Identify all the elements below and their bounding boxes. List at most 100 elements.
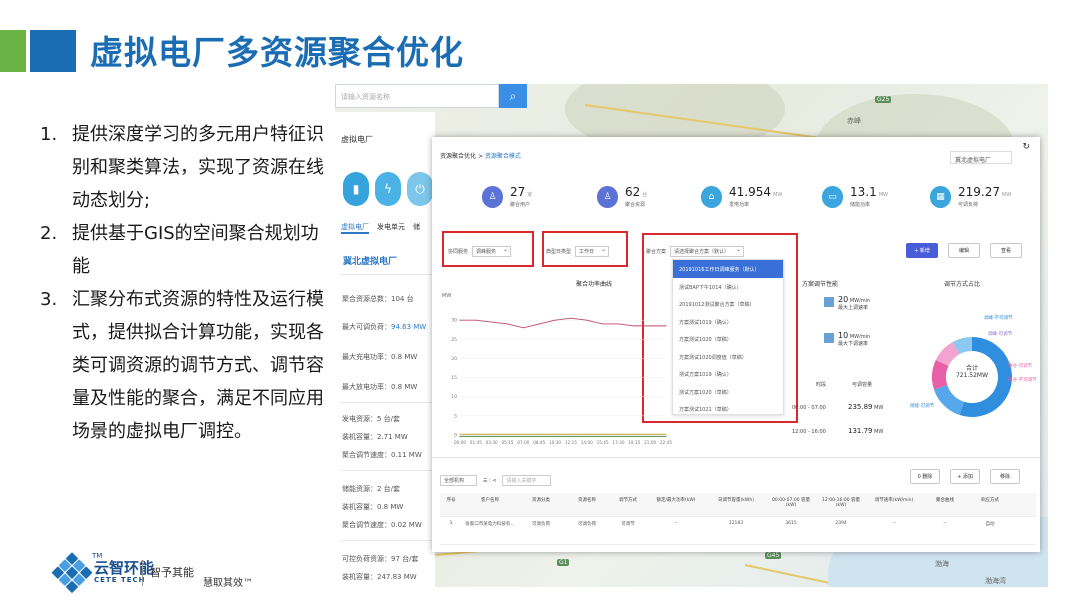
donut-legend: 储能-可调节 — [910, 404, 935, 409]
table-header-cell: 调节速率(kW/min) — [874, 498, 914, 503]
bullet-number: 3. — [40, 289, 58, 310]
y-tick-label: 5 — [454, 413, 457, 419]
y-tick-label: 15 — [451, 375, 457, 381]
schedule-col-time: 时段 — [816, 382, 827, 388]
stat-row: 装机容量：2.71 MW — [342, 432, 408, 442]
schedule-col-capacity: 可调容量 — [852, 382, 873, 388]
scope-select[interactable]: 全部机构 — [440, 475, 478, 486]
scheme-option[interactable]: 测试BAP下午1014（确认） — [673, 278, 783, 296]
map-road-shield: G45 — [765, 552, 782, 559]
rate-up: 20 MW/min 最大上调速率 — [838, 295, 870, 311]
map-search-button[interactable]: ⌕ — [499, 84, 527, 108]
schedule-time: 00:00 - 07:00 — [792, 405, 826, 411]
daytype-filter: 典型日类型 工作日 — [546, 245, 610, 257]
daytype-select[interactable]: 工作日 — [575, 245, 610, 257]
table-header-cell: 12:00-16:00 容量(kW) — [822, 498, 860, 508]
stat-label: 装机容量： — [342, 503, 377, 511]
data-point — [491, 433, 493, 435]
refresh-icon[interactable]: ↻ — [1022, 142, 1030, 152]
data-point — [459, 433, 461, 435]
view-button[interactable]: 查看 — [990, 243, 1022, 258]
filter-label: 聚合方案 — [646, 248, 667, 255]
scheme-option[interactable]: 方案测试1019（确认） — [673, 313, 783, 331]
donut-center-value: 721.52MW — [955, 372, 989, 379]
table-header-cell: 日调节容量(kWh) — [718, 498, 754, 503]
stat-label: 储能资源： — [342, 485, 377, 493]
data-point — [649, 436, 651, 438]
scheme-select[interactable]: 请选择聚合方案（默认） — [670, 245, 745, 257]
y-tick-label: 10 — [451, 394, 457, 400]
data-point — [507, 436, 509, 438]
delete-button[interactable]: 0 删除 — [910, 469, 940, 484]
table-header-cell: 响应方式 — [981, 498, 999, 503]
table-header-cell: 客户名称 — [481, 498, 499, 503]
table-row[interactable]: 1 张家口市某电力科技有… 可调负荷 可调负荷 可调节 -- 12183 361… — [440, 517, 1036, 545]
data-point — [459, 319, 461, 321]
kpi-unit: 家 — [527, 192, 533, 198]
remove-button[interactable]: 移除 — [990, 469, 1020, 484]
breadcrumb-root[interactable]: 资源聚合优化 — [440, 153, 476, 160]
x-tick-label: 17:30 — [612, 440, 624, 445]
tab-storage[interactable]: 储 — [413, 222, 420, 234]
x-tick-label: 03:30 — [486, 440, 498, 445]
table-cell: 2394 — [835, 521, 847, 526]
data-point — [617, 436, 619, 438]
data-point — [586, 436, 588, 438]
data-point — [475, 433, 477, 435]
stat-value: 0.11 MW — [391, 451, 422, 459]
slide-title: 虚拟电厂多资源聚合优化 — [90, 33, 464, 72]
add-button[interactable]: + 新增 — [906, 243, 938, 258]
schedule-value: 235.89 MW — [848, 403, 884, 411]
stat-row: 聚合调节速度：0.11 MW — [342, 450, 422, 460]
panel-tabs: 虚拟电厂 发电单元 储 — [341, 222, 420, 234]
table-cell[interactable]: 自动 — [968, 517, 1012, 544]
table-search-input[interactable]: 请输入关键字 — [502, 475, 552, 486]
scheme-option[interactable]: 20191012测试聚合方案（草稿） — [673, 295, 783, 313]
region-select[interactable]: 冀北虚拟电厂 — [950, 151, 1012, 164]
filter-label: 典型日类型 — [546, 248, 572, 255]
aggregation-window: 资源聚合优化 > 资源聚合模式 冀北虚拟电厂 ↻ ♙ 27 家聚合用户 ♙ 62 台… — [432, 137, 1040, 552]
divider — [340, 274, 432, 275]
lightning-icon[interactable]: ϟ — [375, 172, 401, 206]
plug-icon[interactable]: ⏻ — [407, 172, 433, 206]
edit-button[interactable]: 编辑 — [948, 243, 980, 258]
kpi-label: 可调负荷 — [958, 202, 979, 208]
map-search-input[interactable]: 请输入资源名称 — [335, 84, 499, 108]
scheme-option[interactable]: 测试方案1020（草稿） — [673, 383, 783, 401]
donut-legend: 调峰-可调节 — [988, 332, 1013, 337]
data-point — [570, 436, 572, 438]
add-row-button[interactable]: + 添加 — [950, 469, 980, 484]
stat-value: 5 台/套 — [377, 415, 401, 423]
data-point — [538, 323, 540, 325]
slide: 虚拟电厂多资源聚合优化 1. 提供深度学习的多元用户特征识别和聚类算法，实现了资… — [0, 0, 1080, 608]
stat-label: 装机容量： — [342, 573, 377, 581]
title-accent-blue — [30, 30, 76, 72]
service-select[interactable]: 调峰服务 — [472, 245, 512, 257]
bullet-text: 提供基于GIS的空间聚合规划功能 — [72, 223, 319, 277]
divider — [340, 402, 432, 403]
scheme-option[interactable]: 方案测试1021（草稿） — [673, 400, 783, 414]
kpi-value: 219.27 — [958, 185, 1000, 199]
scheme-option[interactable]: 方案测试1020（草稿） — [673, 330, 783, 348]
scheme-option[interactable]: 测试方案1019（确认） — [673, 365, 783, 383]
bullet-item: 2. 提供基于GIS的空间聚合规划功能 — [40, 217, 330, 283]
bullet-number: 1. — [40, 124, 58, 145]
tab-virtual-plant[interactable]: 虚拟电厂 — [341, 222, 369, 234]
data-point — [475, 436, 477, 438]
kpi-unit: MW — [1002, 192, 1012, 198]
scheme-option[interactable]: 20191016工作日调峰服务（默认） — [673, 260, 783, 278]
stat-value: 2.71 MW — [377, 433, 408, 441]
tab-generation-unit[interactable]: 发电单元 — [377, 222, 405, 234]
bullet-number: 2. — [40, 223, 58, 244]
battery-icon[interactable]: ▮ — [343, 172, 369, 206]
y-tick-label: 20 — [451, 356, 457, 362]
data-point — [554, 433, 556, 435]
table-toolbar: 全部机构 ☰ ⁝ ⋖ 请输入关键字 — [440, 475, 552, 486]
data-point — [522, 436, 524, 438]
scheme-option[interactable]: 方案测试1020调度值（草稿） — [673, 348, 783, 366]
stat-row: 装机容量：247.83 MW — [342, 572, 417, 582]
donut-slice — [933, 385, 964, 416]
breadcrumb-separator: > — [477, 153, 483, 160]
x-tick-label: 15:45 — [597, 440, 609, 445]
list-view-icon[interactable]: ☰ ⁝ ⋖ — [483, 478, 496, 484]
